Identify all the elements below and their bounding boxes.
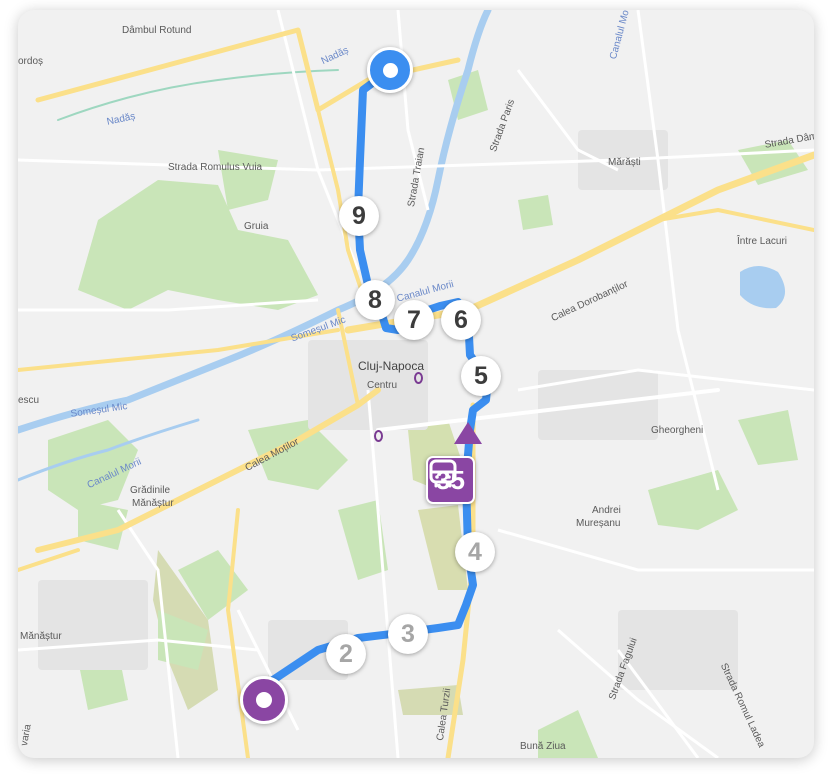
stop-marker-2[interactable]: 2 — [326, 634, 366, 674]
origin-marker[interactable] — [367, 47, 413, 93]
map-label: Mărăști — [608, 157, 641, 168]
destination-marker[interactable] — [240, 676, 288, 724]
bus-direction-arrow — [454, 422, 482, 444]
stop-marker-6[interactable]: 6 — [441, 300, 481, 340]
stop-marker-8[interactable]: 8 — [355, 280, 395, 320]
map-label: Gruia — [244, 221, 269, 232]
stop-marker-4[interactable]: 4 — [455, 532, 495, 572]
stop-marker-3[interactable]: 3 — [388, 614, 428, 654]
poi-marker[interactable] — [374, 430, 383, 442]
map-label: Grădinile — [130, 485, 171, 496]
destination-dot — [256, 692, 272, 708]
lake — [740, 266, 786, 309]
map-label: ordoș — [18, 56, 44, 67]
city-label: Cluj-Napoca — [358, 359, 425, 373]
map-label: Bună Ziua — [520, 741, 566, 752]
map-label: Mureșanu — [576, 518, 621, 529]
map-label: Mănăștur — [132, 498, 174, 509]
map-label: Dâmbul Rotund — [122, 25, 192, 36]
bus-badge[interactable]: 35 — [426, 456, 475, 504]
stop-marker-9[interactable]: 9 — [339, 196, 379, 236]
map-label: Gheorgheni — [651, 425, 704, 436]
map-label: escu — [18, 395, 40, 406]
poi-marker[interactable] — [414, 372, 423, 384]
map-label: Andrei — [592, 505, 621, 516]
map-view[interactable]: Dâmbul Rotund Nadăș Nadăș ordoș Canalul … — [18, 10, 814, 758]
map-label: Între Lacuri — [737, 236, 788, 247]
stop-marker-5[interactable]: 5 — [461, 356, 501, 396]
origin-dot — [382, 62, 398, 78]
map-label: Mănăștur — [20, 631, 62, 642]
map-label: Strada Romulus Vuia — [168, 162, 263, 173]
stop-marker-7[interactable]: 7 — [394, 300, 434, 340]
bus-icon — [429, 459, 457, 488]
map-label: Centru — [367, 380, 398, 391]
